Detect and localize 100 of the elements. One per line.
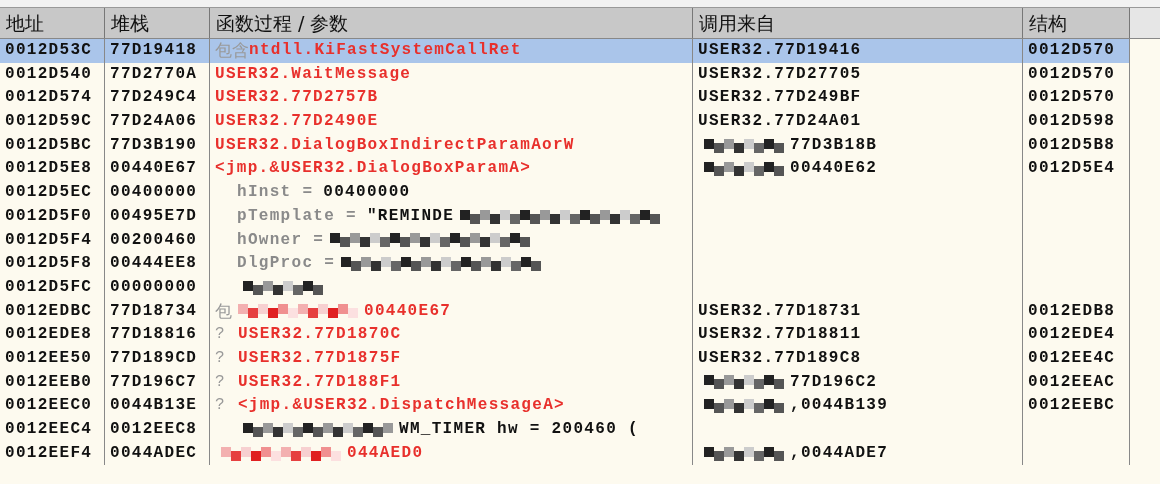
- call-prefix: ?: [215, 324, 226, 346]
- parameter-name: pTemplate =: [237, 205, 357, 227]
- table-row[interactable]: 0012EEC0 0044B13E ? <jmp.&USER32.DispatchMessageA> ,0044B139 0012EEBC: [0, 394, 1160, 418]
- frame-text: 0012EE4C: [1028, 347, 1116, 369]
- header-filler: [1130, 8, 1160, 38]
- procedure-name: USER32.DialogBoxIndirectParamAorW: [215, 134, 575, 156]
- address-cell: 0012EE50: [0, 346, 105, 371]
- address-cell: 0012EEC0: [0, 394, 105, 418]
- address-cell: 0012EDBC: [0, 299, 105, 324]
- caller-text: USER32.77D27705: [698, 63, 862, 85]
- procedure-name: USER32.77D1870C: [237, 324, 402, 346]
- stack-cell: 77D18734: [105, 299, 210, 324]
- table-row[interactable]: 0012D59C 77D24A06 USER32.77D2490E USER32.77D24A01 0012D598: [0, 110, 1160, 134]
- caller-text: USER32.77D18731: [698, 300, 862, 322]
- caller-text: USER32.77D249BF: [698, 87, 862, 109]
- address-cell: 0012D59C: [0, 110, 105, 134]
- stack-cell: 00495E7D: [105, 204, 210, 229]
- frame-text: 0012EDB8: [1028, 300, 1116, 322]
- stack-cell: 0044ADEC: [105, 441, 210, 466]
- stack-cell: 0012EEC8: [105, 418, 210, 442]
- caller-text: USER32.77D19416: [698, 40, 862, 61]
- caller-text: 77D196C2: [790, 371, 878, 393]
- parameter-name: hInst =: [237, 182, 314, 204]
- call-prefix: ?: [215, 371, 226, 393]
- table-row[interactable]: 0012D5BC 77D3B190 USER32.DialogBoxIndirectParamAorW 77D3B18B 0012D5B8: [0, 133, 1160, 158]
- address-cell: 0012EEB0: [0, 370, 105, 395]
- column-header[interactable]: 函数过程 / 参数: [210, 8, 693, 38]
- stack-cell: 77D3B190: [105, 133, 210, 158]
- frame-text: 0012D570: [1028, 40, 1116, 61]
- parameter-value: WM_TIMER hw = 200460 (: [399, 419, 639, 440]
- stack-cell: 00440E67: [105, 157, 210, 182]
- table-row[interactable]: 0012EDE8 77D18816 ? USER32.77D1870C USER32.77D18811 0012EDE4: [0, 323, 1160, 347]
- address-cell: 0012D540: [0, 62, 105, 87]
- procedure-name: 00440E67: [364, 300, 452, 322]
- table-row[interactable]: 0012D5FC 00000000: [0, 275, 1160, 300]
- call-prefix: ?: [215, 347, 226, 369]
- stack-cell: 00200460: [105, 228, 210, 253]
- frame-text: 0012D570: [1028, 63, 1116, 85]
- parameter-name: hOwner =: [237, 229, 325, 251]
- table-row[interactable]: 0012EEB0 77D196C7 ? USER32.77D188F1 77D196C2 0012EEAC: [0, 370, 1160, 395]
- parameter-value: 00400000: [323, 182, 411, 204]
- table-row[interactable]: 0012EEC4 0012EEC8 WM_TIMER hw = 200460 (: [0, 418, 1160, 442]
- table-row[interactable]: 0012D5F0 00495E7D pTemplate = "REMINDE: [0, 204, 1160, 229]
- procedure-name: USER32.77D1875F: [237, 347, 402, 369]
- caller-text: USER32.77D24A01: [698, 111, 862, 133]
- parameter-name: DlgProc =: [237, 253, 336, 275]
- column-header[interactable]: 调用来自: [693, 8, 1023, 38]
- table-row[interactable]: 0012D5F8 00444EE8 DlgProc =: [0, 252, 1160, 276]
- procedure-name: ntdll.KiFastSystemCallRet: [249, 40, 522, 61]
- table-row[interactable]: 0012D540 77D2770A USER32.WaitMessage USER32.77D27705 0012D570: [0, 62, 1160, 87]
- table-row[interactable]: 0012EDBC 77D18734 包 00440E67 USER32.77D18731 0012EDB8: [0, 299, 1160, 324]
- table-row[interactable]: 0012D5E8 00440E67 <jmp.&USER32.DialogBoxParamA> 00440E62 0012D5E4: [0, 157, 1160, 182]
- address-cell: 0012EDE8: [0, 323, 105, 347]
- stack-cell: 00444EE8: [105, 252, 210, 276]
- address-cell: 0012D5E8: [0, 157, 105, 182]
- selected-row[interactable]: 0012D53C 77D19418 包含ntdll.KiFastSystemCallRet USER32.77D19416 0012D570: [0, 39, 1160, 63]
- table-row[interactable]: 0012D5EC 00400000 hInst = 00400000: [0, 181, 1160, 205]
- frame-text: 0012D570: [1028, 87, 1116, 109]
- table-row[interactable]: 0012D574 77D249C4 USER32.77D2757B USER32.77D249BF 0012D570: [0, 86, 1160, 111]
- table-row[interactable]: 0012D5F4 00200460 hOwner =: [0, 228, 1160, 253]
- address-cell: 0012D5F0: [0, 204, 105, 229]
- address-cell: 0012D5F4: [0, 228, 105, 253]
- frame-text: 0012EDE4: [1028, 324, 1116, 346]
- address-cell: 0012EEC4: [0, 418, 105, 442]
- call-prefix: ?: [215, 395, 226, 417]
- procedure-name: <jmp.&USER32.DispatchMessageA>: [237, 395, 565, 417]
- stack-cell: 77D18816: [105, 323, 210, 347]
- address-cell: 0012D5BC: [0, 133, 105, 158]
- column-header[interactable]: 堆栈: [105, 8, 210, 38]
- address-cell: 0012D574: [0, 86, 105, 111]
- caller-text: ,0044B139: [790, 395, 889, 417]
- caller-text: USER32.77D189C8: [698, 347, 862, 369]
- procedure-name: USER32.77D188F1: [237, 371, 402, 393]
- caller-text: USER32.77D18811: [698, 324, 862, 346]
- address-cell: 0012D5F8: [0, 252, 105, 276]
- address-cell: 0012D5EC: [0, 181, 105, 205]
- stack-cell: 77D249C4: [105, 86, 210, 111]
- stack-cell: 77D196C7: [105, 370, 210, 395]
- address-cell: 0012EEF4: [0, 441, 105, 466]
- stack-cell: 0044B13E: [105, 394, 210, 418]
- procedure-name: 044AED0: [347, 442, 424, 464]
- frame-text: 0012EEBC: [1028, 395, 1116, 417]
- frame-text: 0012D5E4: [1028, 158, 1116, 180]
- stack-cell: 00400000: [105, 181, 210, 205]
- caller-text: 77D3B18B: [790, 134, 878, 156]
- procedure-name: USER32.WaitMessage: [215, 63, 412, 85]
- column-header[interactable]: 地址: [0, 8, 105, 38]
- frame-text: 0012D598: [1028, 111, 1116, 133]
- procedure-name: USER32.77D2757B: [215, 87, 379, 109]
- procedure-name: <jmp.&USER32.DialogBoxParamA>: [215, 158, 532, 180]
- address-cell: 0012D53C: [0, 39, 105, 63]
- table-row[interactable]: 0012EEF4 0044ADEC 044AED0 ,0044ADE7: [0, 441, 1160, 466]
- caller-text: ,0044ADE7: [790, 442, 889, 464]
- table-row[interactable]: 0012EE50 77D189CD ? USER32.77D1875F USER32.77D189C8 0012EE4C: [0, 346, 1160, 371]
- stack-cell: 00000000: [105, 275, 210, 300]
- parameter-value: "REMINDE: [366, 205, 455, 227]
- stack-cell: 77D189CD: [105, 346, 210, 371]
- stack-cell: 77D19418: [105, 39, 210, 63]
- call-prefix: 包: [215, 299, 232, 323]
- stack-cell: 77D24A06: [105, 110, 210, 134]
